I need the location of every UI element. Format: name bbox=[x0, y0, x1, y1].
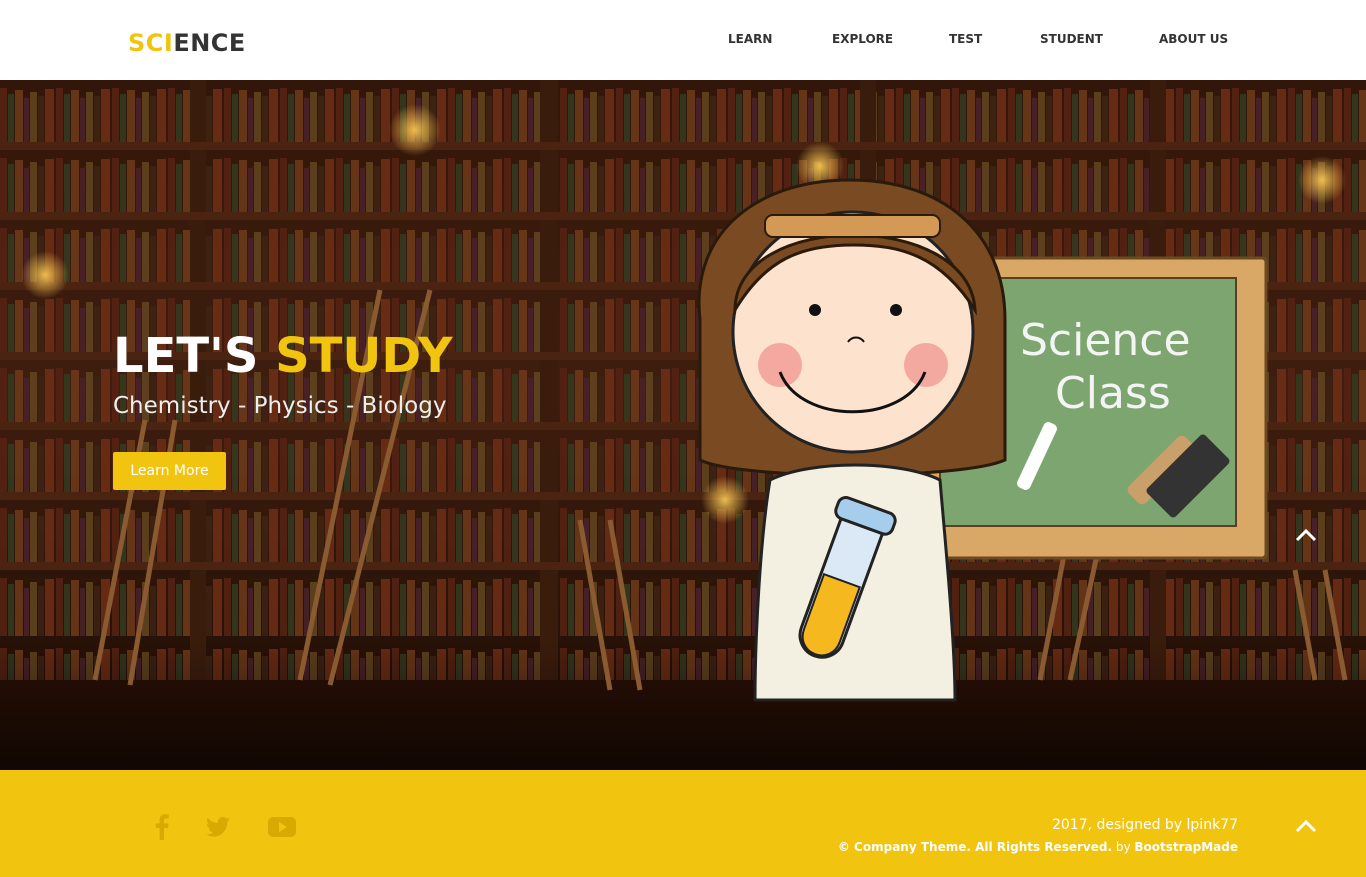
twitter-icon[interactable] bbox=[206, 817, 230, 837]
logo-accent: SCI bbox=[128, 29, 174, 57]
hero-title: LET'S STUDY bbox=[113, 328, 453, 384]
chalkboard-text-line2: Class bbox=[1055, 368, 1171, 419]
site-logo[interactable]: SCIENCE bbox=[128, 29, 246, 57]
facebook-icon[interactable] bbox=[155, 814, 169, 840]
hero-subtitle: Chemistry - Physics - Biology bbox=[113, 393, 447, 419]
footer-by-text: by bbox=[1112, 840, 1135, 854]
hero-title-highlight: STUDY bbox=[275, 328, 453, 384]
hero-title-plain: LET'S bbox=[113, 328, 276, 384]
footer-copyright: © Company Theme. All Rights Reserved. by… bbox=[838, 840, 1238, 854]
hero-section: Science Class LET'S STUDY Chemistry - Ph… bbox=[0, 80, 1366, 770]
back-to-top-chevron-icon[interactable] bbox=[1294, 817, 1318, 835]
nav-explore[interactable]: EXPLORE bbox=[832, 32, 893, 46]
footer-maker-link[interactable]: BootstrapMade bbox=[1134, 840, 1238, 854]
footer-rights-text: © Company Theme. All Rights Reserved. bbox=[837, 840, 1113, 854]
logo-rest: ENCE bbox=[173, 29, 246, 57]
nav-learn[interactable]: LEARN bbox=[728, 32, 772, 46]
nav-about-us[interactable]: ABOUT US bbox=[1159, 32, 1228, 46]
site-header: SCIENCE LEARN EXPLORE TEST STUDENT ABOUT… bbox=[0, 0, 1366, 80]
nav-student[interactable]: STUDENT bbox=[1040, 32, 1103, 46]
hero-background-illustration: Science Class bbox=[0, 80, 1366, 770]
youtube-icon[interactable] bbox=[268, 817, 296, 837]
site-footer: 2017, designed by lpink77 © Company Them… bbox=[0, 770, 1366, 877]
chalkboard-text-line1: Science bbox=[1020, 315, 1191, 366]
scroll-up-chevron-icon[interactable] bbox=[1294, 526, 1318, 544]
footer-designed-by: 2017, designed by lpink77 bbox=[1051, 817, 1238, 833]
nav-test[interactable]: TEST bbox=[949, 32, 982, 46]
learn-more-button[interactable]: Learn More bbox=[113, 452, 226, 490]
